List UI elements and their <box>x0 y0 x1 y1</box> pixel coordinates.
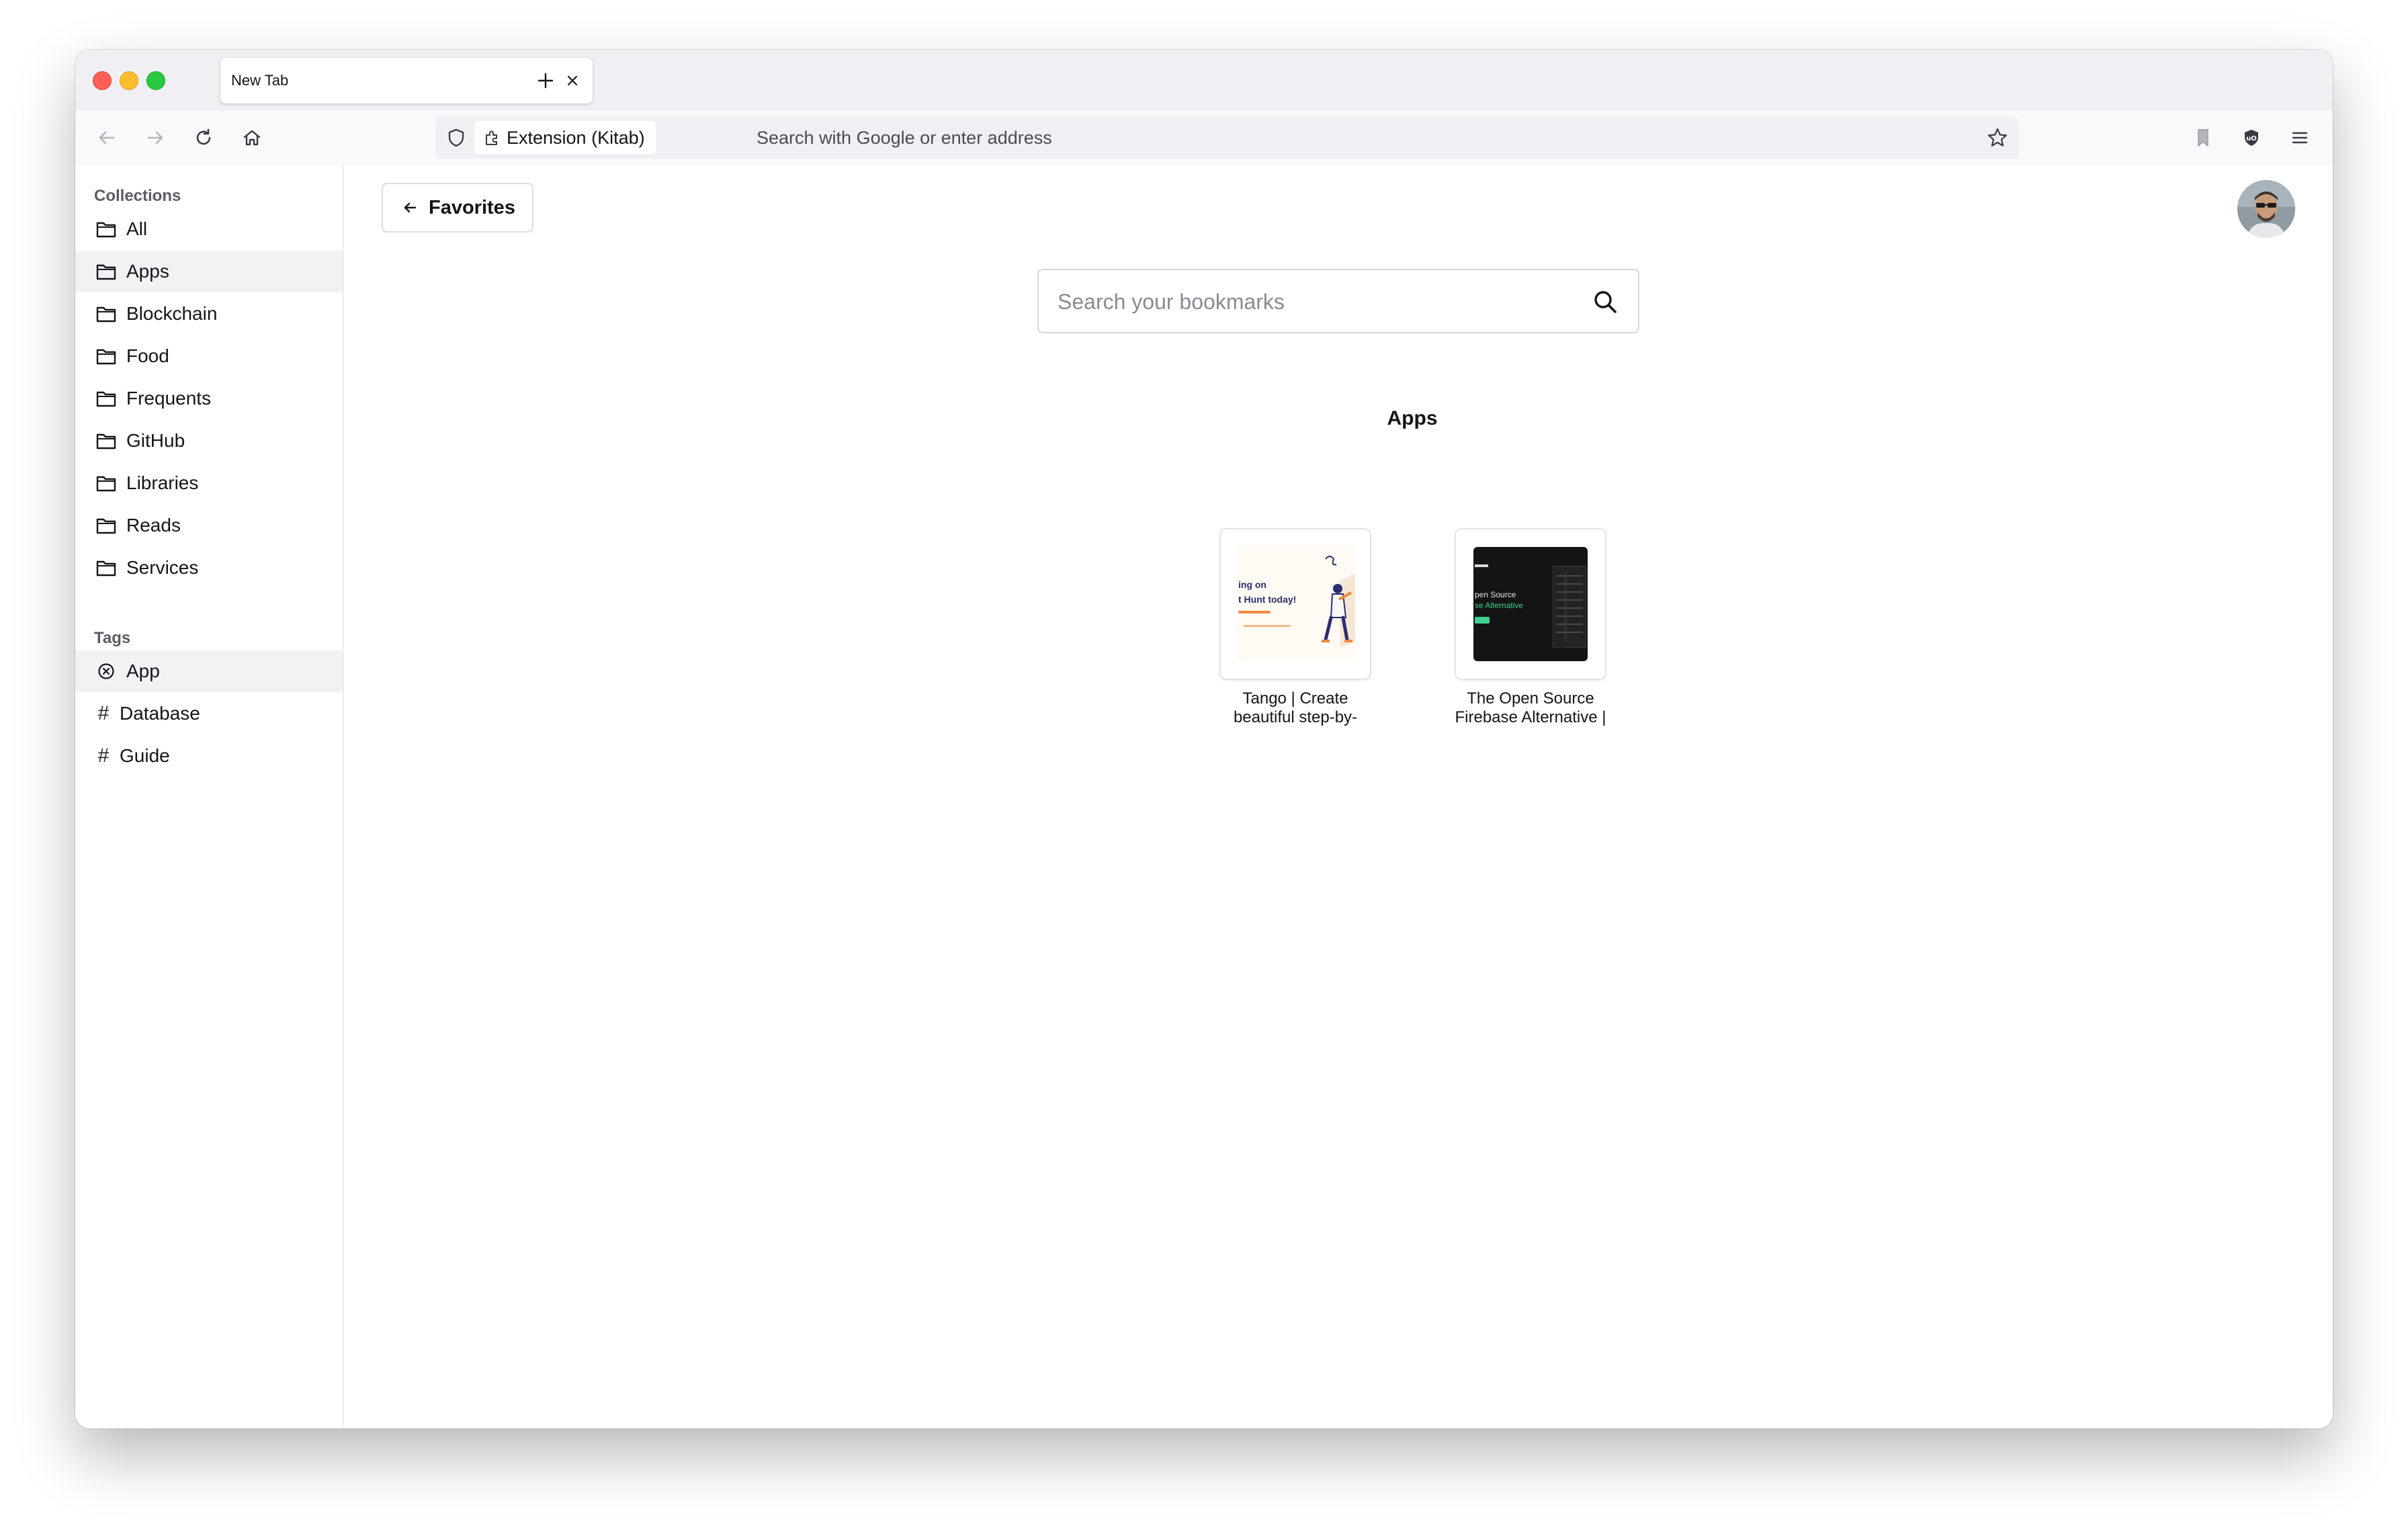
avatar[interactable] <box>2237 180 2295 238</box>
folder-icon <box>93 300 120 327</box>
shield-extension-icon[interactable]: uO <box>2236 122 2267 153</box>
sidebar-tag-guide[interactable]: # Guide <box>75 735 343 777</box>
remove-tag-icon[interactable] <box>93 658 120 685</box>
thumbnail-text: t Hunt today! <box>1238 594 1297 605</box>
url-bar[interactable]: Extension (Kitab) Search with Google or … <box>435 117 2018 159</box>
bookmarks-icon[interactable] <box>2188 122 2219 153</box>
close-window-button[interactable] <box>93 71 112 90</box>
sidebar-item-label: Services <box>126 557 199 578</box>
thumbnail-underline <box>1238 611 1271 613</box>
sidebar-item-label: Apps <box>126 261 169 282</box>
sidebar-item-label: All <box>126 218 148 239</box>
bookmark-card[interactable]: pen Source se Alternative The Open Sourc… <box>1430 529 1631 727</box>
extension-identity-chip[interactable]: Extension (Kitab) <box>474 121 656 155</box>
arrow-right-icon[interactable] <box>140 122 171 153</box>
menu-icon[interactable] <box>2284 122 2315 153</box>
thumbnail-cta <box>1475 617 1490 624</box>
puzzle-piece-icon <box>484 129 501 146</box>
arrow-left-icon[interactable] <box>91 122 122 153</box>
sidebar-item-reads[interactable]: Reads <box>75 505 343 546</box>
thumbnail-illustration <box>1322 556 1355 648</box>
bookmark-title-line: The Open Source <box>1467 689 1594 708</box>
thumbnail-text: se Alternative <box>1475 601 1524 610</box>
sidebar-item-blockchain[interactable]: Blockchain <box>75 293 343 335</box>
bookmark-title-line: Tango | Create <box>1242 689 1348 708</box>
bookmark-title-line: beautiful step-by- <box>1233 708 1358 726</box>
tab-title: New Tab <box>231 72 289 89</box>
folder-icon <box>93 343 120 370</box>
zoom-window-button[interactable] <box>146 71 165 90</box>
sidebar-item-frequents[interactable]: Frequents <box>75 378 343 419</box>
bookmark-title: Tango | Create beautiful step-by- <box>1195 689 1396 727</box>
thumbnail-image: pen Source se Alternative <box>1473 547 1588 661</box>
search-icon[interactable] <box>1588 285 1622 319</box>
sidebar-item-apps[interactable]: Apps <box>75 251 343 292</box>
sidebar-item-all[interactable]: All <box>75 208 343 250</box>
reload-icon[interactable] <box>188 122 219 153</box>
favorites-button-label: Favorites <box>429 196 515 218</box>
sidebar-tag-label: Guide <box>120 745 170 766</box>
plus-icon[interactable] <box>532 67 559 94</box>
bookmark-thumbnail[interactable]: ing on t Hunt today! <box>1221 529 1370 679</box>
star-icon[interactable] <box>1982 122 2013 153</box>
thumbnail-caption-line <box>1244 625 1291 627</box>
folder-icon <box>93 470 120 497</box>
sidebar-item-label: Libraries <box>126 472 199 493</box>
bookmark-thumbnail[interactable]: pen Source se Alternative <box>1456 529 1605 679</box>
arrow-left-icon <box>402 199 419 216</box>
sidebar-tag-label: Database <box>120 703 200 724</box>
sidebar-tag-label: App <box>126 661 160 681</box>
folder-icon <box>93 385 120 412</box>
folder-icon <box>93 427 120 454</box>
close-icon[interactable] <box>559 67 586 94</box>
svg-text:uO: uO <box>2246 135 2257 142</box>
sidebar: Collections All Apps Blockchain Food Fre… <box>75 165 344 1429</box>
thumbnail-table-panel <box>1553 566 1586 648</box>
hashtag-icon: # <box>97 702 110 724</box>
sidebar-item-services[interactable]: Services <box>75 547 343 589</box>
bookmark-title-line: Firebase Alternative | <box>1455 708 1606 726</box>
folder-icon <box>93 512 120 539</box>
folder-icon <box>93 554 120 581</box>
folder-icon <box>93 216 120 243</box>
sidebar-item-github[interactable]: GitHub <box>75 420 343 462</box>
url-input[interactable]: Search with Google or enter address <box>757 128 1052 148</box>
sidebar-item-label: GitHub <box>126 430 185 451</box>
sidebar-tag-database[interactable]: # Database <box>75 693 343 734</box>
sidebar-tag-app[interactable]: App <box>75 650 343 692</box>
sidebar-item-libraries[interactable]: Libraries <box>75 462 343 504</box>
collections-heading: Collections <box>94 187 181 205</box>
bookmark-search-box <box>1037 269 1639 333</box>
sidebar-item-label: Food <box>126 345 169 366</box>
nav-bar: Extension (Kitab) Search with Google or … <box>75 110 2333 167</box>
search-input[interactable] <box>1056 285 1570 319</box>
hashtag-icon: # <box>97 745 110 767</box>
thumbnail-image: ing on t Hunt today! <box>1237 546 1355 660</box>
minimize-window-button[interactable] <box>120 71 138 90</box>
thumbnail-logo-bar <box>1475 564 1488 567</box>
sidebar-item-label: Reads <box>126 515 181 536</box>
home-icon[interactable] <box>236 122 267 153</box>
extension-label: Extension (Kitab) <box>507 127 645 148</box>
bookmark-card[interactable]: ing on t Hunt today! Tango | Create beau… <box>1195 529 1396 727</box>
thumbnail-text: pen Source <box>1475 590 1516 599</box>
bookmark-title: The Open Source Firebase Alternative | <box>1430 689 1631 727</box>
page-content: Collections All Apps Blockchain Food Fre… <box>75 165 2333 1429</box>
tracking-shield-icon[interactable] <box>441 122 472 153</box>
sidebar-item-label: Blockchain <box>126 303 218 324</box>
browser-window: New Tab Extension (Kitab) Search with Go… <box>75 50 2333 1429</box>
sidebar-item-label: Frequents <box>126 388 212 409</box>
group-title: Apps <box>1387 407 1438 429</box>
tab-strip: New Tab <box>75 50 2333 110</box>
thumbnail-text: ing on <box>1238 579 1266 590</box>
folder-icon <box>93 258 120 285</box>
tags-heading: Tags <box>94 629 131 647</box>
sidebar-item-food[interactable]: Food <box>75 335 343 377</box>
favorites-back-button[interactable]: Favorites <box>382 183 533 232</box>
